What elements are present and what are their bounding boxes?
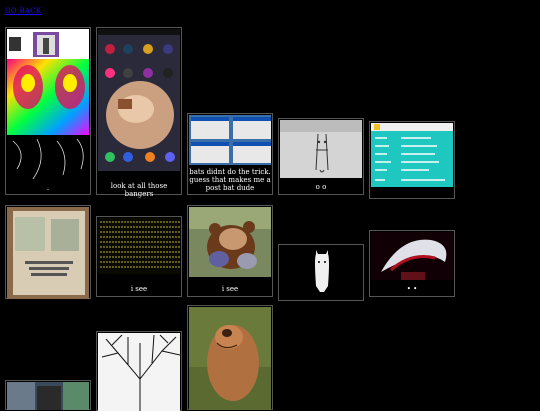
tile-caption: . [46, 184, 50, 192]
gallery-tile[interactable]: o o [278, 118, 364, 195]
tile-image [189, 307, 271, 410]
tile-image [7, 29, 89, 185]
gallery-tile[interactable] [96, 331, 182, 411]
tile-image [7, 382, 89, 410]
tile-caption: look at all those bangers [110, 182, 168, 198]
tile-image [98, 29, 180, 171]
tile-caption: i see [130, 285, 148, 293]
tile-image [280, 246, 362, 300]
gallery-tile[interactable] [187, 305, 273, 410]
tile-image [371, 123, 453, 187]
tile-image [7, 207, 89, 299]
gallery-tile[interactable] [278, 244, 364, 301]
tile-caption: bats didnt do the trick. guess that make… [189, 168, 271, 192]
tile-image [189, 115, 271, 165]
tile-image [98, 218, 180, 274]
tile-image [280, 120, 362, 178]
go-back-link[interactable]: GO BACK [5, 7, 41, 15]
tile-caption: • • [406, 285, 418, 293]
gallery-tile[interactable]: • • [369, 230, 455, 297]
tile-image [189, 207, 271, 277]
tile-caption: o o [315, 183, 327, 191]
gallery-tile[interactable]: i see [187, 205, 273, 297]
tile-image [371, 232, 453, 280]
gallery-tile[interactable]: . [5, 27, 91, 195]
gallery-tile[interactable] [369, 121, 455, 199]
tile-caption: i see [221, 285, 239, 293]
gallery-tile[interactable]: i see [96, 216, 182, 297]
gallery-tile[interactable] [5, 380, 91, 410]
tile-image [98, 333, 180, 411]
gallery-tile[interactable]: look at all those bangers [96, 27, 182, 198]
gallery-tile[interactable]: bats didnt do the trick. guess that make… [187, 113, 273, 195]
gallery-tile[interactable] [5, 205, 91, 299]
